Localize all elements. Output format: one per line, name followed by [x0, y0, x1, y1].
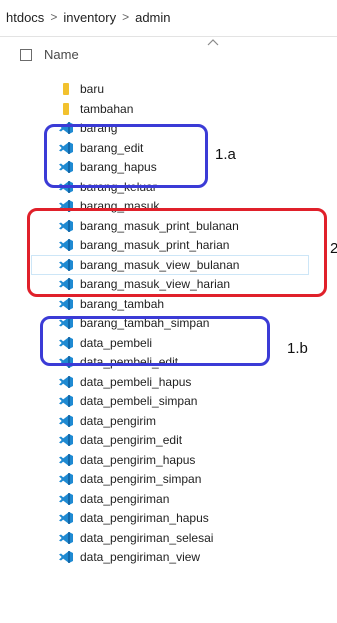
vscode-file-icon [58, 277, 74, 291]
vscode-file-icon [58, 492, 74, 506]
file-row[interactable]: data_pengiriman_view [32, 548, 308, 566]
folder-icon [58, 82, 74, 96]
file-name: barang_masuk_view_harian [80, 277, 231, 291]
vscode-file-icon [58, 394, 74, 408]
file-name: baru [80, 82, 105, 96]
file-row[interactable]: barang_hapus [32, 158, 308, 176]
file-row[interactable]: barang_tambah_simpan [32, 314, 308, 332]
file-row[interactable]: barang_masuk_view_harian [32, 275, 308, 293]
file-row[interactable]: data_pembeli [32, 334, 308, 352]
file-row[interactable]: data_pengirim_edit [32, 431, 308, 449]
vscode-file-icon [58, 180, 74, 194]
vscode-file-icon [58, 199, 74, 213]
vscode-file-icon [58, 121, 74, 135]
vscode-file-icon [58, 453, 74, 467]
file-name: data_pengiriman_view [80, 550, 201, 564]
file-row[interactable]: barang_masuk_print_harian [32, 236, 308, 254]
vscode-file-icon [58, 297, 74, 311]
file-row[interactable]: barang_keluar [32, 178, 308, 196]
file-name: data_pembeli [80, 335, 153, 350]
file-name: barang [80, 121, 118, 135]
file-name: barang_tambah [80, 296, 165, 311]
vscode-file-icon [58, 433, 74, 447]
file-row[interactable]: barang_masuk [32, 197, 308, 215]
vscode-file-icon [58, 316, 74, 330]
file-row[interactable]: barang_edit [32, 139, 308, 157]
file-name: data_pengirim_simpan [80, 472, 202, 486]
file-name: barang_edit [80, 140, 144, 155]
file-row[interactable]: data_pengirim [32, 412, 308, 430]
vscode-file-icon [58, 550, 74, 564]
vscode-file-icon [58, 160, 74, 174]
file-name: data_pengiriman_selesai [80, 530, 214, 545]
chevron-right-icon: > [50, 10, 58, 24]
vscode-file-icon [58, 219, 74, 233]
vscode-file-icon [58, 472, 74, 486]
file-name: data_pembeli_edit [80, 355, 179, 369]
vscode-file-icon [58, 258, 74, 272]
vscode-file-icon [58, 141, 74, 155]
file-row[interactable]: data_pengiriman_selesai [32, 529, 308, 547]
file-row[interactable]: barang_masuk_print_bulanan [32, 217, 308, 235]
file-row[interactable]: barang [32, 119, 308, 137]
file-row[interactable]: data_pembeli_hapus [32, 373, 308, 391]
annotation-label-1a: 1.a [215, 146, 236, 163]
chevron-right-icon: > [122, 10, 130, 24]
file-name: tambahan [80, 101, 134, 116]
column-header: Name [0, 39, 337, 75]
breadcrumb-htdocs[interactable]: htdocs [6, 10, 44, 25]
header-divider [0, 36, 337, 37]
vscode-file-icon [58, 375, 74, 389]
file-row[interactable]: data_pembeli_simpan [32, 392, 308, 410]
file-name: barang_tambah_simpan [80, 316, 210, 330]
file-name: data_pengiriman [80, 491, 170, 506]
name-column-header[interactable]: Name [44, 47, 79, 62]
annotation-label-1b: 1.b [287, 340, 308, 357]
vscode-file-icon [58, 336, 74, 350]
vscode-file-icon [58, 238, 74, 252]
vscode-file-icon [58, 355, 74, 369]
file-row[interactable]: baru [32, 80, 308, 98]
file-name: data_pembeli_simpan [80, 394, 198, 408]
file-row[interactable]: barang_masuk_view_bulanan [31, 254, 309, 275]
file-name: barang_hapus [80, 160, 157, 174]
file-row[interactable]: data_pengirim_simpan [32, 470, 308, 488]
file-row[interactable]: data_pengiriman [32, 490, 308, 508]
vscode-file-icon [58, 511, 74, 525]
file-row[interactable]: data_pengiriman_hapus [32, 509, 308, 527]
file-name: barang_masuk [80, 199, 160, 213]
file-row[interactable]: data_pengirim_hapus [32, 451, 308, 469]
select-all-checkbox[interactable] [20, 49, 32, 61]
vscode-file-icon [58, 531, 74, 545]
sort-ascending-icon[interactable] [206, 37, 220, 47]
file-row[interactable]: barang_tambah [32, 295, 308, 313]
vscode-file-icon [58, 414, 74, 428]
file-name: barang_keluar [80, 179, 157, 194]
breadcrumb: htdocs > inventory > admin [6, 6, 171, 28]
file-name: data_pengirim [80, 413, 157, 428]
file-name: data_pengiriman_hapus [80, 511, 209, 525]
breadcrumb-inventory[interactable]: inventory [63, 10, 116, 25]
file-row[interactable]: data_pembeli_edit [32, 353, 308, 371]
file-name: data_pengirim_hapus [80, 452, 196, 467]
file-name: barang_masuk_print_harian [80, 238, 230, 252]
breadcrumb-admin[interactable]: admin [135, 10, 170, 25]
file-row[interactable]: tambahan [32, 100, 308, 118]
file-name: data_pembeli_hapus [80, 374, 192, 389]
file-name: data_pengirim_edit [80, 433, 183, 447]
annotation-label-2: 2 [330, 240, 337, 257]
file-name: barang_masuk_view_bulanan [80, 257, 240, 272]
folder-icon [58, 102, 74, 116]
file-name: barang_masuk_print_bulanan [80, 218, 239, 233]
